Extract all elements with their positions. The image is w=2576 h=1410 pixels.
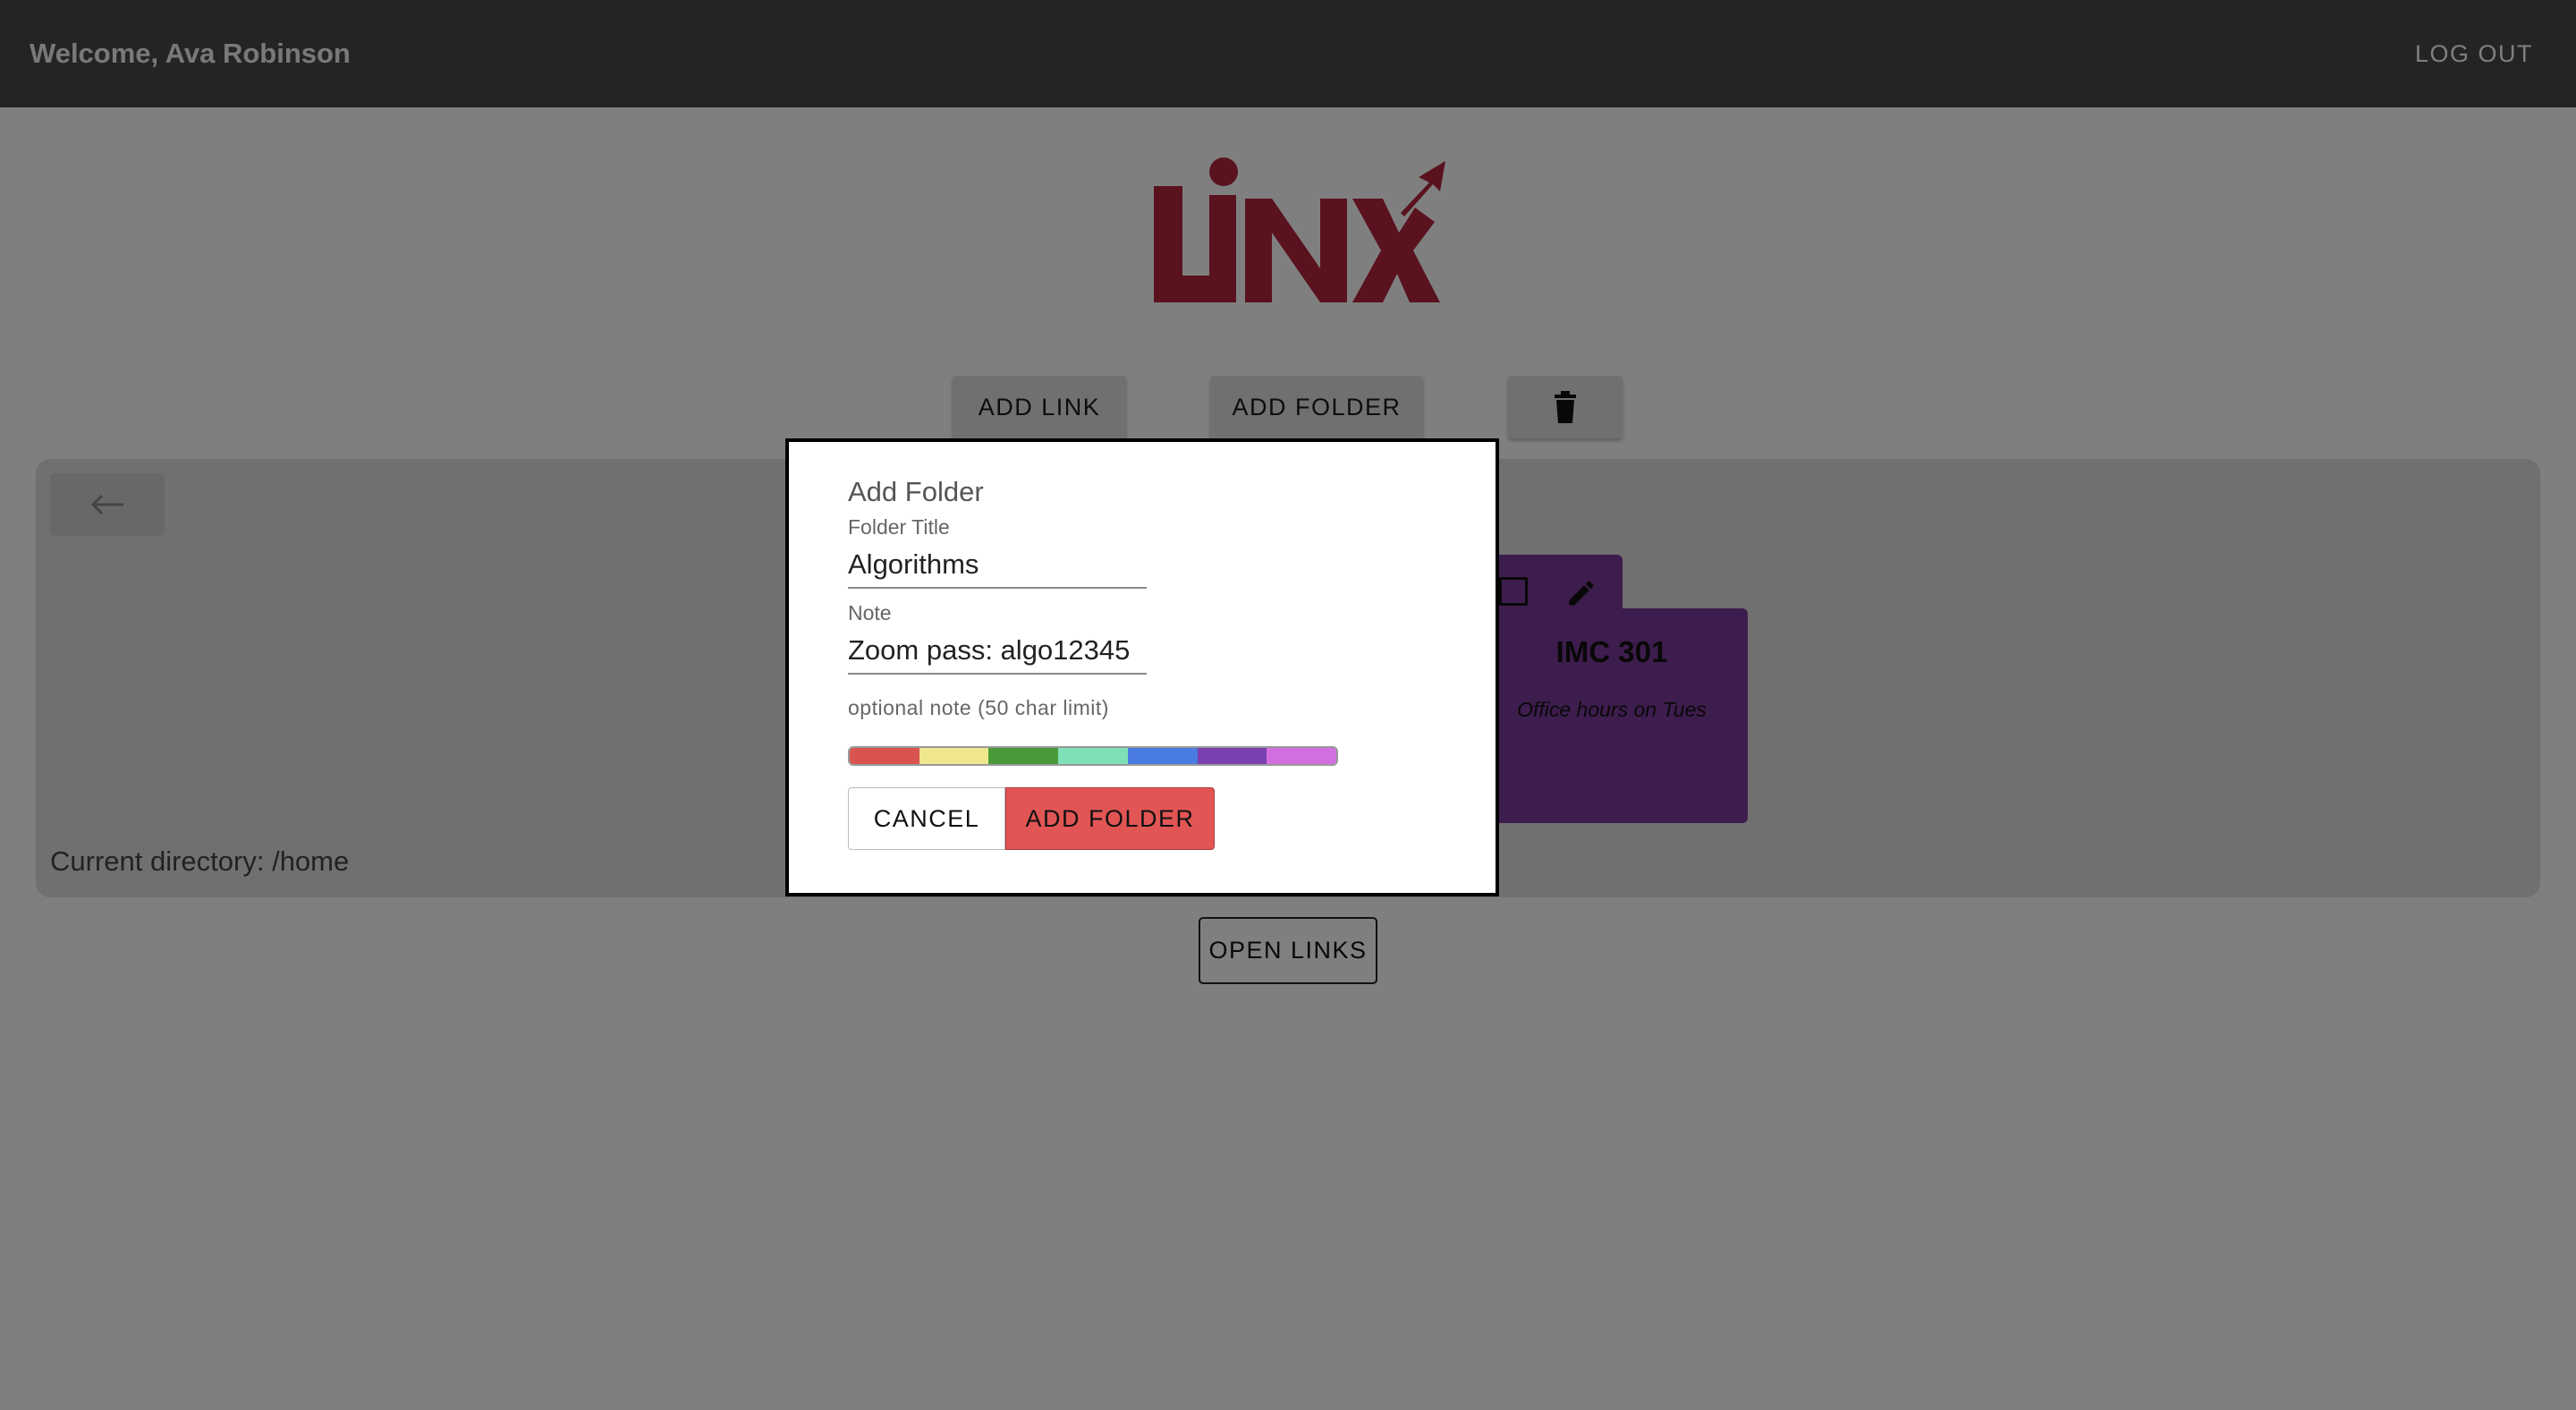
color-swatch-6[interactable]: [1267, 748, 1336, 764]
dialog-title: Add Folder: [848, 476, 984, 507]
color-swatch-5[interactable]: [1197, 748, 1267, 764]
color-swatch-2[interactable]: [988, 748, 1059, 764]
note-input[interactable]: [848, 628, 1147, 675]
add-folder-submit-button[interactable]: ADD FOLDER: [1005, 787, 1215, 850]
color-swatch-3[interactable]: [1058, 748, 1128, 764]
add-folder-dialog: Add Folder Folder Title Note optional no…: [785, 438, 1499, 896]
color-swatch-1[interactable]: [919, 748, 989, 764]
folder-title-label: Folder Title: [848, 515, 950, 539]
color-swatch-0[interactable]: [850, 748, 919, 764]
folder-title-input[interactable]: [848, 542, 1147, 589]
note-label: Note: [848, 601, 892, 624]
color-swatch-4[interactable]: [1127, 748, 1198, 764]
color-palette: [848, 746, 1338, 766]
cancel-button[interactable]: CANCEL: [848, 787, 1005, 850]
note-helper-text: optional note (50 char limit): [848, 696, 1109, 719]
